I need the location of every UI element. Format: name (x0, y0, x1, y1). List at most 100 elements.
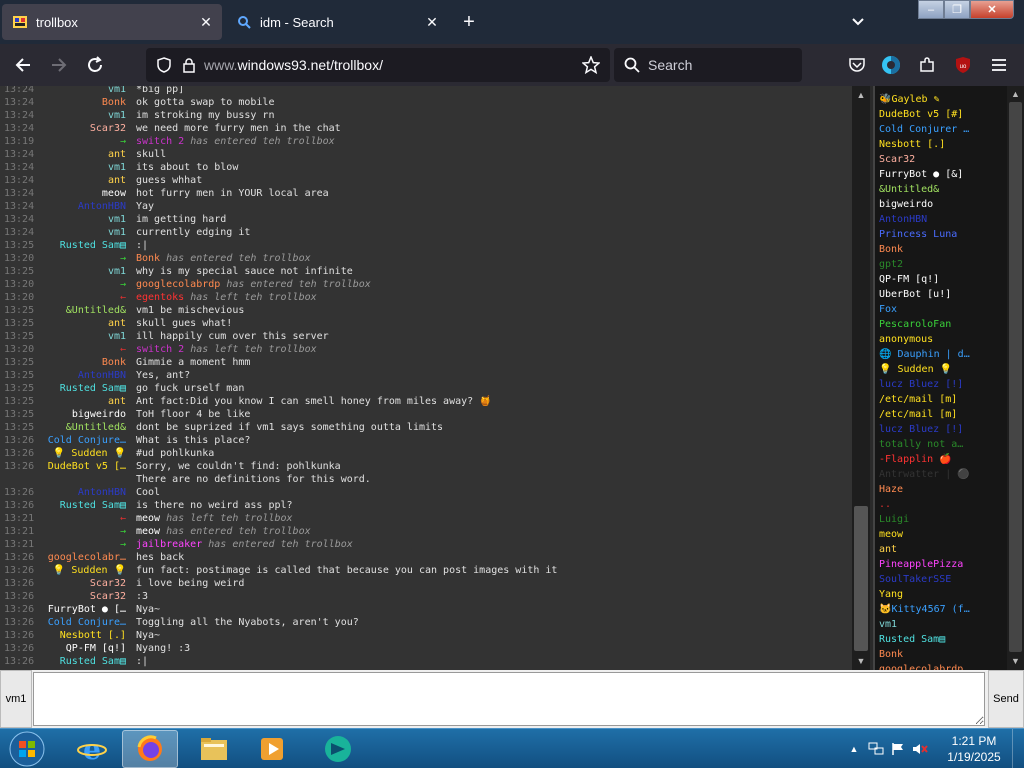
volume-muted-icon[interactable] (912, 741, 928, 757)
message-nick[interactable]: bigweirdo (72, 408, 126, 421)
user-list-item[interactable]: 🌐 Dauphin | d… (879, 347, 1005, 362)
user-list-scrollbar[interactable]: ▲ ▼ (1007, 86, 1024, 670)
message-nick[interactable]: vm1 (108, 226, 126, 239)
extensions-icon[interactable] (912, 50, 942, 80)
scroll-up-icon[interactable]: ▲ (854, 88, 868, 102)
message-nick[interactable]: ant (108, 174, 126, 187)
message-nick[interactable]: vm1 (108, 86, 126, 96)
message-nick[interactable]: vm1 (108, 213, 126, 226)
event-nick[interactable]: switch 2 (136, 136, 184, 147)
user-list-item[interactable]: Yang (879, 587, 1005, 602)
message-nick[interactable]: vm1 (108, 109, 126, 122)
close-icon[interactable]: ✕ (420, 10, 444, 34)
message-nick[interactable]: ant (108, 317, 126, 330)
user-list-item[interactable]: bigweirdo (879, 197, 1005, 212)
nickname-button[interactable]: vm1 (0, 670, 32, 728)
event-nick[interactable]: googlecolabrdp (136, 279, 220, 290)
user-list-item[interactable]: FurryBot ● [&] (879, 167, 1005, 182)
user-list-item[interactable]: gpt2 (879, 257, 1005, 272)
clock[interactable]: 1:21 PM 1/19/2025 (936, 733, 1012, 765)
network-icon[interactable] (868, 741, 884, 757)
message-nick[interactable]: &Untitled& (66, 304, 126, 317)
user-list-item[interactable]: Bonk (879, 242, 1005, 257)
scroll-down-icon[interactable]: ▼ (1009, 654, 1022, 668)
event-nick[interactable]: jailbreaker (136, 539, 202, 550)
message-nick[interactable]: Cold Conjure… (48, 434, 126, 447)
message-nick[interactable]: Scar32 (90, 590, 126, 603)
user-list-item[interactable]: /etc/mail [m] (879, 392, 1005, 407)
file-explorer-icon[interactable] (186, 730, 242, 768)
user-list-item[interactable]: Luigi (879, 512, 1005, 527)
pocket-icon[interactable] (842, 50, 872, 80)
user-list-item[interactable]: Rusted Sam▤ (879, 632, 1005, 647)
show-hidden-icons-icon[interactable]: ▲ (846, 741, 862, 757)
show-desktop-button[interactable] (1012, 729, 1024, 768)
user-list-item[interactable]: Scar32 (879, 152, 1005, 167)
user-list-item[interactable]: SoulTakerSSE (879, 572, 1005, 587)
user-list-item[interactable]: Haze (879, 482, 1005, 497)
event-nick[interactable]: egentoks (136, 292, 184, 303)
maximize-button[interactable]: ❐ (944, 0, 970, 19)
user-list-item[interactable]: anonymous (879, 332, 1005, 347)
user-list-item[interactable]: vm1 (879, 617, 1005, 632)
user-list-item[interactable]: Bonk (879, 647, 1005, 662)
message-nick[interactable]: Rusted Sam▤ (60, 382, 126, 395)
message-input[interactable] (33, 672, 985, 726)
user-list-item[interactable]: meow (879, 527, 1005, 542)
chat-log[interactable]: 13:24 vm1 *big pp] 13:24 Bonk ok gotta swap t… (0, 86, 852, 670)
user-list-item[interactable]: DudeBot v5 [#] (879, 107, 1005, 122)
close-icon[interactable]: ✕ (194, 10, 218, 34)
ublock-icon[interactable]: uo (948, 50, 978, 80)
account-icon[interactable] (876, 50, 906, 80)
message-nick[interactable]: Rusted Sam▤ (60, 655, 126, 668)
message-nick[interactable]: AntonHBN (78, 200, 126, 213)
menu-icon[interactable] (984, 50, 1014, 80)
shield-icon[interactable] (156, 57, 172, 73)
user-list-item[interactable]: .. (879, 497, 1005, 512)
minimize-button[interactable]: – (918, 0, 944, 19)
chevron-down-icon[interactable] (844, 10, 872, 34)
user-list-item[interactable]: UberBot [u!] (879, 287, 1005, 302)
url-bar[interactable]: www.windows93.net/trollbox/ (146, 48, 610, 82)
user-list-item[interactable]: QP-FM [q!] (879, 272, 1005, 287)
tab-idm-search[interactable]: idm - Search ✕ (226, 4, 448, 40)
user-list-item[interactable]: 🐝Gayleb ✎ (879, 92, 1005, 107)
message-nick[interactable]: AntonHBN (78, 486, 126, 499)
scroll-up-icon[interactable]: ▲ (1009, 87, 1022, 101)
firefox-icon[interactable] (122, 730, 178, 768)
user-list-item[interactable]: Nesbott [.] (879, 137, 1005, 152)
forward-button[interactable] (44, 50, 74, 80)
message-nick[interactable]: Cold Conjure… (48, 616, 126, 629)
user-list-item[interactable]: /etc/mail [m] (879, 407, 1005, 422)
message-nick[interactable]: vm1 (108, 330, 126, 343)
message-nick[interactable]: Rusted Sam▤ (60, 499, 126, 512)
message-nick[interactable]: FurryBot ● [… (48, 603, 126, 616)
scroll-down-icon[interactable]: ▼ (854, 654, 868, 668)
message-nick[interactable]: meow (102, 187, 126, 200)
user-list-item[interactable]: -Flapplin 🍎 (879, 452, 1005, 467)
user-list-item[interactable]: Princess Luna (879, 227, 1005, 242)
message-nick[interactable]: Scar32 (90, 122, 126, 135)
back-button[interactable] (8, 50, 38, 80)
message-nick[interactable]: Rusted Sam▤ (60, 239, 126, 252)
event-nick[interactable]: meow (136, 513, 160, 524)
event-nick[interactable]: switch 2 (136, 344, 184, 355)
scroll-thumb[interactable] (854, 506, 868, 651)
user-list-item[interactable]: googlecolabrdp (879, 662, 1005, 670)
chat-scrollbar[interactable]: ▲ ▼ (852, 86, 870, 670)
new-tab-button[interactable]: + (456, 10, 482, 36)
user-list-item[interactable]: lucz Bluez [!] (879, 422, 1005, 437)
user-list-item[interactable]: totally not a… (879, 437, 1005, 452)
message-nick[interactable]: QP-FM [q!] (66, 642, 126, 655)
message-nick[interactable]: AntonHBN (78, 369, 126, 382)
message-nick[interactable]: vm1 (108, 161, 126, 174)
bookmark-star-icon[interactable] (582, 56, 600, 74)
user-list-item[interactable]: PescaroloFan (879, 317, 1005, 332)
search-bar[interactable]: Search (614, 48, 802, 82)
message-nick[interactable]: vm1 (108, 265, 126, 278)
app-icon[interactable] (310, 730, 366, 768)
lock-icon[interactable] (182, 57, 196, 73)
tab-trollbox[interactable]: trollbox ✕ (2, 4, 222, 40)
user-list-item[interactable]: 🐱Kitty4567 (f… (879, 602, 1005, 617)
user-list-item[interactable]: 💡 Sudden 💡 (879, 362, 1005, 377)
